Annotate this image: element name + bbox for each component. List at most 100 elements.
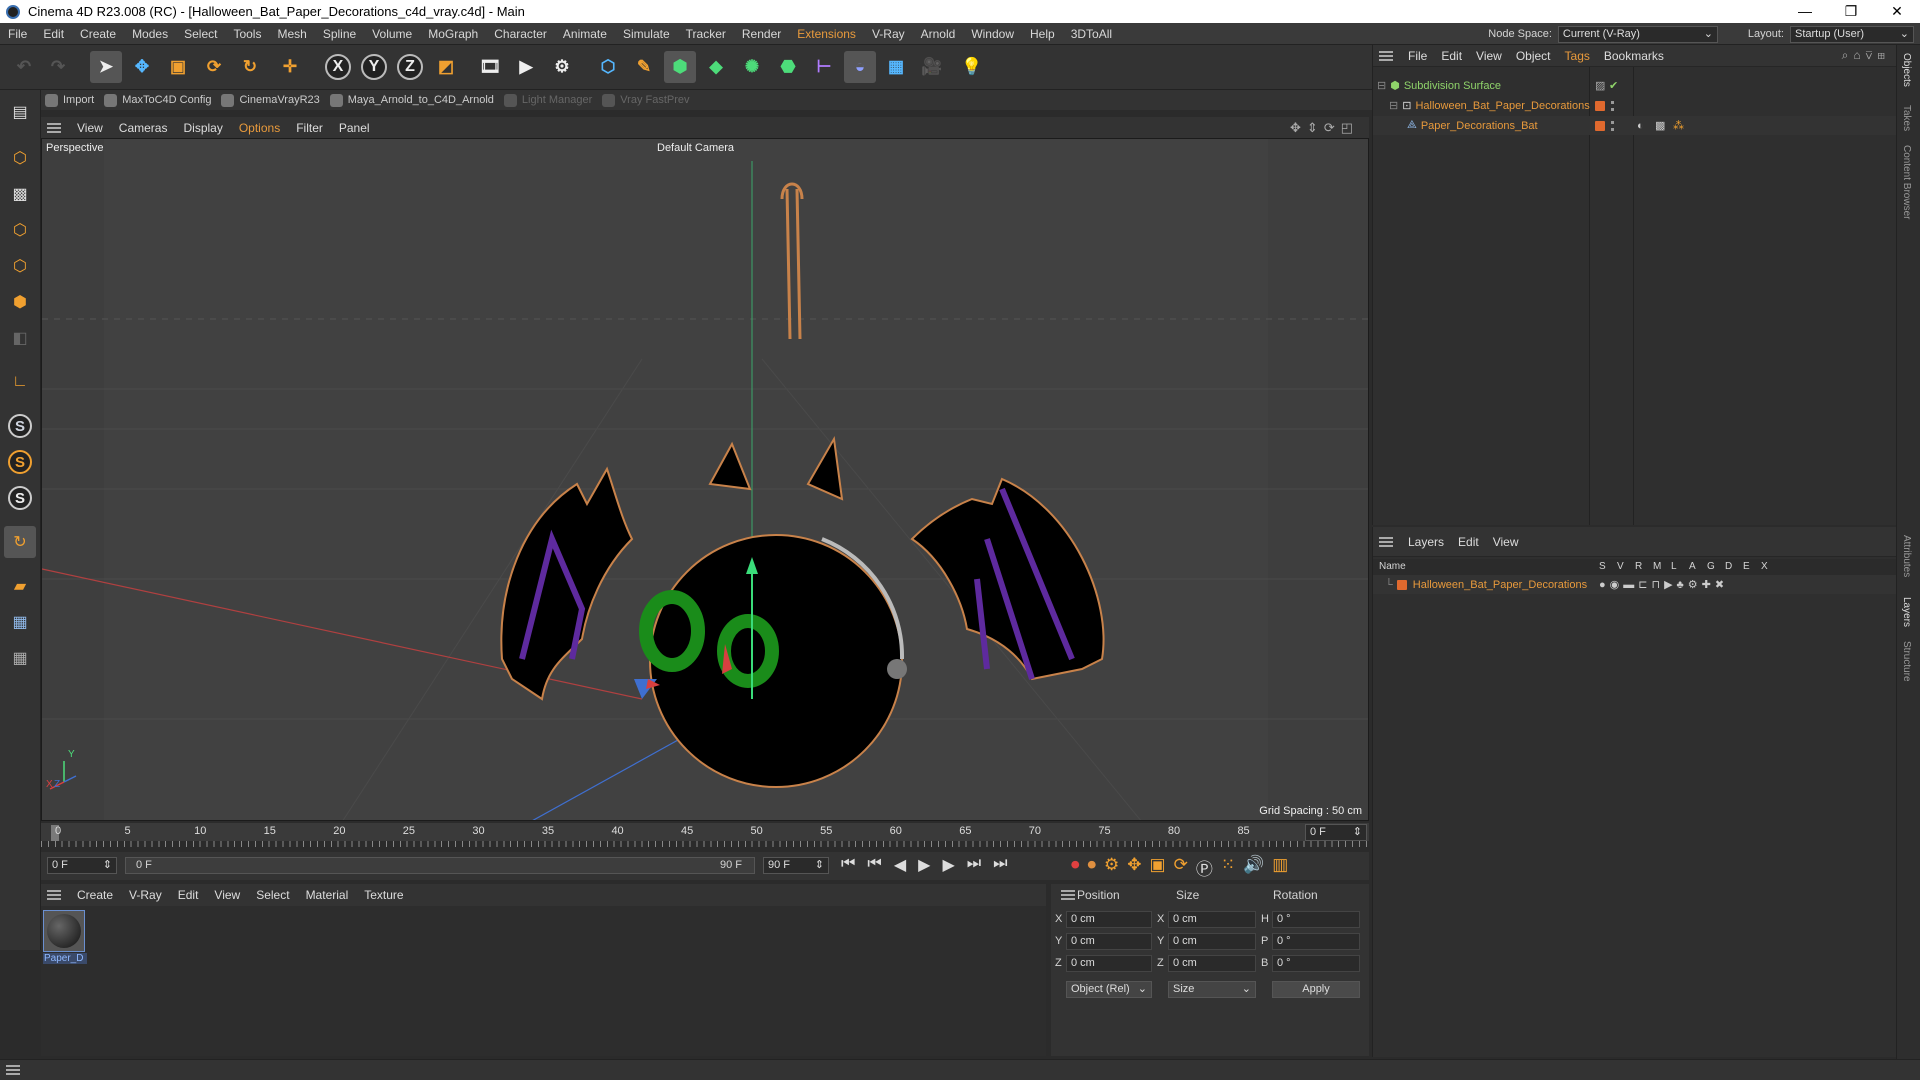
pos-x-field[interactable]: 0 cm	[1066, 911, 1152, 928]
polygons-mode-icon[interactable]: ⬢	[4, 286, 36, 318]
menu-render[interactable]: Render	[734, 27, 789, 41]
locked-workplane-icon[interactable]: ▦	[4, 606, 36, 638]
texture-mode-icon[interactable]: ▩	[4, 178, 36, 210]
object-menu-bookmarks[interactable]: Bookmarks	[1597, 49, 1671, 63]
mograph-icon[interactable]: ⬣	[772, 51, 804, 83]
sound-icon[interactable]: 🔊	[1243, 855, 1264, 880]
restore-button[interactable]: ❐	[1828, 0, 1874, 23]
coordinates-menu-icon[interactable]	[1061, 890, 1075, 900]
object-row-halloween-bat[interactable]: ⊟ ⊡ Halloween_Bat_Paper_Decorations	[1373, 96, 1897, 115]
menu-simulate[interactable]: Simulate	[615, 27, 678, 41]
object-menu-edit[interactable]: Edit	[1434, 49, 1469, 63]
texture-tag-icon[interactable]: ▩	[1655, 119, 1665, 132]
end-frame-field[interactable]: 90 F ⇕	[763, 857, 829, 874]
menu-select[interactable]: Select	[176, 27, 225, 41]
plugin-maya-arnold[interactable]: Maya_Arnold_to_C4D_Arnold	[326, 93, 500, 107]
scale-tool-icon[interactable]: ▣	[162, 51, 194, 83]
plugin-vray-fastprev[interactable]: Vray FastPrev	[598, 93, 695, 107]
layer-color-icon[interactable]	[1396, 579, 1407, 590]
render-settings-icon[interactable]: ⚙	[546, 51, 578, 83]
material-swatch[interactable]: Paper_D	[43, 910, 87, 966]
deformers-icon[interactable]: ⚙	[1688, 579, 1702, 591]
manager-icon[interactable]: ⊏	[1638, 579, 1651, 591]
material-menu-create[interactable]: Create	[69, 888, 121, 902]
plugin-light-manager[interactable]: Light Manager	[500, 93, 598, 107]
pos-y-field[interactable]: 0 cm	[1066, 933, 1152, 950]
rotate-tool-icon[interactable]: ⟳	[198, 51, 230, 83]
key-position-icon[interactable]: ✥	[1127, 855, 1141, 880]
next-key-icon[interactable]: ⏭	[967, 855, 981, 875]
render-icon[interactable]: ▬	[1623, 579, 1638, 591]
frame-range-slider[interactable]: 0 F 90 F	[125, 857, 755, 874]
object-menu-object[interactable]: Object	[1509, 49, 1558, 63]
layer-menu-icon[interactable]	[1379, 536, 1393, 547]
keyframe-selection-icon[interactable]: ⚙	[1104, 855, 1119, 880]
z-axis-lock-icon[interactable]: Z	[394, 51, 426, 83]
timeline-window-icon[interactable]: ▥	[1272, 855, 1288, 880]
menu-character[interactable]: Character	[486, 27, 555, 41]
node-space-select[interactable]: Current (V-Ray) ⌄	[1557, 25, 1718, 43]
menu-modes[interactable]: Modes	[124, 27, 176, 41]
enabled-check-icon[interactable]: ✔	[1609, 79, 1618, 92]
filter-icon[interactable]: ⊽	[1866, 48, 1878, 62]
current-frame-field[interactable]: 0 F ⇕	[1305, 824, 1367, 841]
object-menu-tags[interactable]: Tags	[1558, 49, 1597, 63]
edges-mode-icon[interactable]: ⬡	[4, 250, 36, 282]
tab-layers[interactable]: Layers	[1901, 597, 1912, 627]
layer-flag-icons[interactable]: ●◉▬⊏⊓▶♣⚙✚✖	[1599, 578, 1728, 591]
record-icon[interactable]: ⏺	[1071, 855, 1080, 880]
plugin-cinemavray[interactable]: CinemaVrayR23	[217, 93, 325, 107]
menu-mograph[interactable]: MoGraph	[420, 27, 486, 41]
viewport-menu-panel[interactable]: Panel	[331, 121, 378, 135]
tree-collapse-icon[interactable]: ⊟	[1377, 79, 1386, 92]
tab-content-browser[interactable]: Content Browser	[1901, 145, 1912, 219]
play-icon[interactable]: ▶	[918, 855, 930, 875]
viewport-menu-options[interactable]: Options	[231, 121, 288, 135]
pen-spline-icon[interactable]: ✎	[628, 51, 660, 83]
apply-button[interactable]: Apply	[1272, 981, 1360, 998]
cube-object-icon[interactable]: ⬡	[592, 51, 624, 83]
object-menu-file[interactable]: File	[1401, 49, 1434, 63]
start-frame-field[interactable]: 0 F ⇕	[47, 857, 117, 874]
viewport-menu-display[interactable]: Display	[175, 121, 230, 135]
object-row-paper-bat[interactable]: ⟁ Paper_Decorations_Bat ◐ ▩ ⁂	[1373, 116, 1897, 135]
new-window-icon[interactable]: ⊞	[1877, 48, 1890, 62]
uv-mode-icon[interactable]: ◧	[4, 322, 36, 354]
render-region-icon[interactable]: 🎞	[474, 51, 506, 83]
search-icon[interactable]: ⌕	[1842, 48, 1854, 62]
model-mode-icon[interactable]: ⬡	[4, 142, 36, 174]
3d-viewport[interactable]: Perspective Default Camera Y X Z Grid Sp…	[41, 138, 1369, 821]
object-menu-view[interactable]: View	[1469, 49, 1509, 63]
material-menu-material[interactable]: Material	[298, 888, 357, 902]
key-pla-icon[interactable]: ⁙	[1221, 855, 1235, 880]
deformer-icon[interactable]: ⊢	[808, 51, 840, 83]
menu-tools[interactable]: Tools	[225, 27, 269, 41]
extrude-generator-icon[interactable]: ◆	[700, 51, 732, 83]
points-mode-icon[interactable]: ⬡	[4, 214, 36, 246]
object-row-subdivision[interactable]: ⊟ ⬢ Subdivision Surface ▨ ✔	[1373, 76, 1897, 95]
layer-color-icon[interactable]	[1595, 120, 1605, 131]
previous-key-icon[interactable]: ⏮	[867, 855, 881, 875]
layer-color-icon[interactable]	[1595, 100, 1605, 111]
select-cursor-icon[interactable]: ➤	[90, 51, 122, 83]
subdivision-surface-icon[interactable]: ⬢	[664, 51, 696, 83]
pos-z-field[interactable]: 0 cm	[1066, 955, 1152, 972]
lock-icon[interactable]: ⊓	[1651, 579, 1664, 591]
generators-icon[interactable]: ♣	[1677, 579, 1688, 591]
plugin-maxtoc4d[interactable]: MaxToC4D Config	[100, 93, 217, 107]
tab-structure[interactable]: Structure	[1901, 641, 1912, 682]
undo-icon[interactable]: ↶	[8, 51, 40, 83]
menu-animate[interactable]: Animate	[555, 27, 615, 41]
viewport-menu-cameras[interactable]: Cameras	[111, 121, 176, 135]
object-manager-tools[interactable]: ⌕⌂⊽⊞	[1842, 48, 1890, 63]
planar-workplane-icon[interactable]: ▦	[4, 642, 36, 674]
soft-selection-icon[interactable]: S	[4, 482, 36, 514]
size-y-field[interactable]: 0 cm	[1168, 933, 1256, 950]
menu-file[interactable]: File	[0, 27, 35, 41]
phong-tag-icon[interactable]: ◐	[1637, 120, 1644, 132]
visibility-dots-icon[interactable]	[1611, 100, 1614, 111]
menu-tracker[interactable]: Tracker	[678, 27, 734, 41]
autokey-icon[interactable]: ⏺	[1088, 855, 1097, 880]
viewport-menu-view[interactable]: View	[69, 121, 111, 135]
key-rotation-icon[interactable]: ⟳	[1174, 855, 1188, 880]
